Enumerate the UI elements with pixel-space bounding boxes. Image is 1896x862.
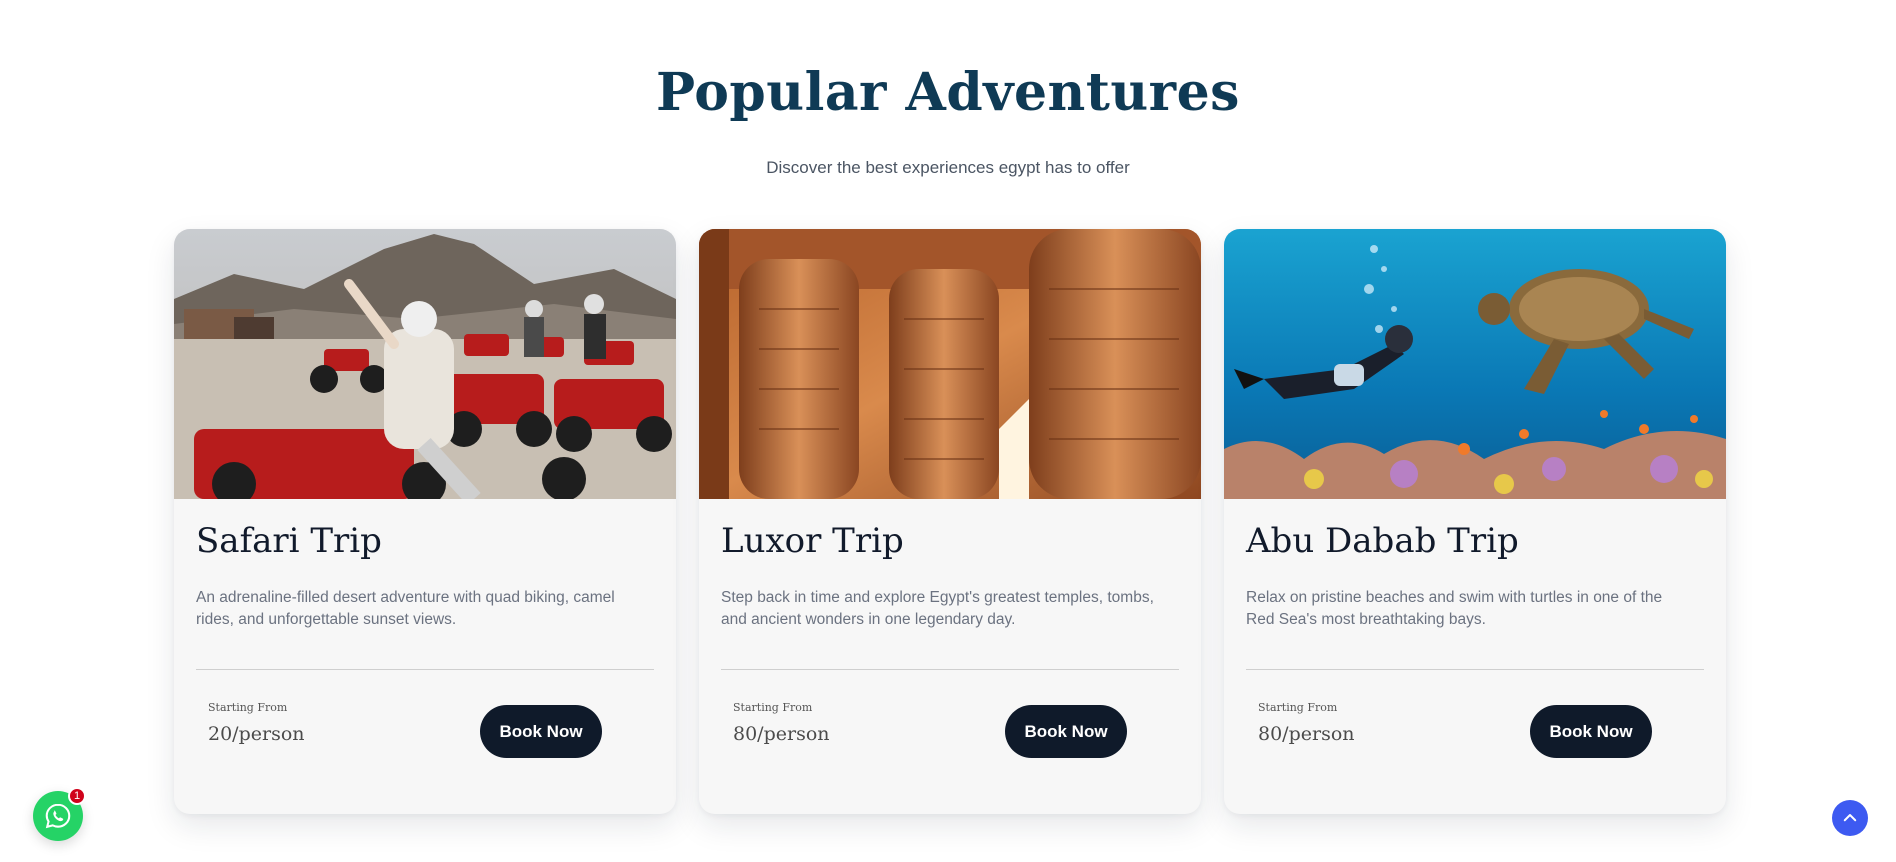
card-divider xyxy=(721,669,1179,670)
adventure-cards: Safari Trip An adrenaline-filled desert … xyxy=(174,229,1726,814)
price-value: 80/person xyxy=(733,723,830,745)
card-title: Luxor Trip xyxy=(721,521,904,561)
safari-trip-image xyxy=(174,229,676,499)
notification-badge: 1 xyxy=(68,787,86,805)
price-label: Starting From xyxy=(208,701,288,714)
card-divider xyxy=(196,669,654,670)
card-description: Relax on pristine beaches and swim with … xyxy=(1246,589,1663,628)
card-title: Abu Dabab Trip xyxy=(1246,521,1519,561)
book-now-button[interactable]: Book Now xyxy=(480,705,602,758)
card-description: Step back in time and explore Egypt's gr… xyxy=(721,589,1154,628)
adventure-card-luxor: Luxor Trip Step back in time and explore… xyxy=(699,229,1201,814)
card-divider xyxy=(1246,669,1704,670)
book-now-button[interactable]: Book Now xyxy=(1530,705,1652,758)
scroll-to-top-button[interactable] xyxy=(1832,800,1868,836)
section-subtitle: Discover the best experiences egypt has … xyxy=(766,158,1130,177)
price-value: 20/person xyxy=(208,723,305,745)
whatsapp-icon xyxy=(45,803,71,829)
card-description: An adrenaline-filled desert adventure wi… xyxy=(196,589,615,628)
chevron-up-icon xyxy=(1843,814,1857,822)
price-value: 80/person xyxy=(1258,723,1355,745)
card-title: Safari Trip xyxy=(196,521,382,561)
price-label: Starting From xyxy=(733,701,813,714)
popular-adventures-section: Popular Adventures Discover the best exp… xyxy=(0,0,1896,862)
book-now-button[interactable]: Book Now xyxy=(1005,705,1127,758)
luxor-trip-image xyxy=(699,229,1201,499)
adventure-card-abu-dabab: Abu Dabab Trip Relax on pristine beaches… xyxy=(1224,229,1726,814)
section-title: Popular Adventures xyxy=(656,62,1240,123)
abu-dabab-trip-image xyxy=(1224,229,1726,499)
adventure-card-safari: Safari Trip An adrenaline-filled desert … xyxy=(174,229,676,814)
price-label: Starting From xyxy=(1258,701,1338,714)
